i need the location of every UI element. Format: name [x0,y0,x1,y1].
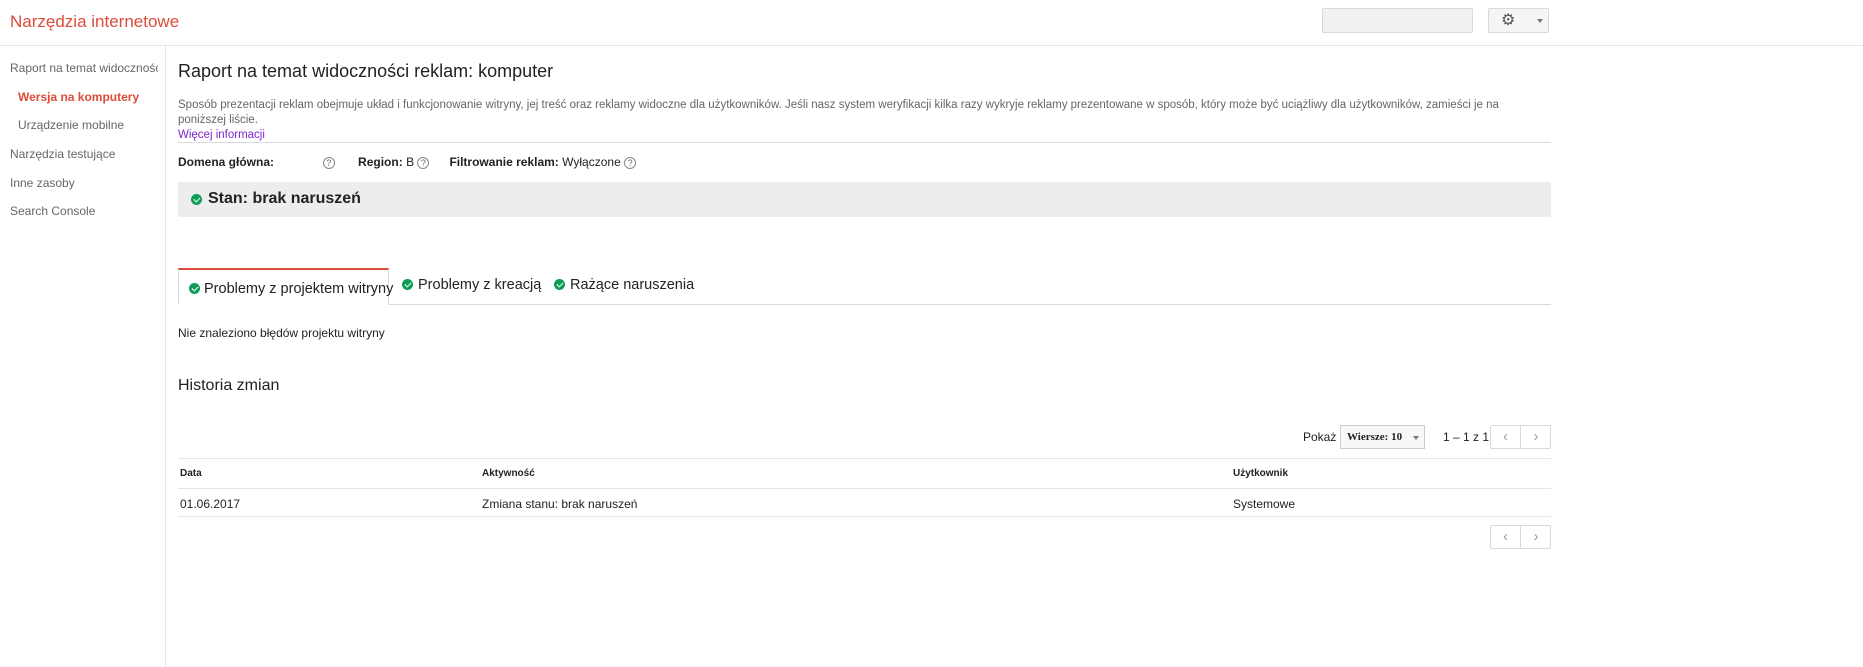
cell-date: 01.06.2017 [180,497,241,511]
region-value: B [406,155,415,169]
sidebar-item-ad-experience-report[interactable]: Raport na temat widoczności r [10,61,158,75]
prev-page-button[interactable]: ‹ [1491,426,1521,448]
history-title: Historia zmian [178,377,280,394]
domain-label: Domena główna: [178,155,275,169]
more-info-link[interactable]: Więcej informacji [178,129,265,141]
sidebar-item-desktop[interactable]: Wersja na komputery [18,90,139,104]
help-icon[interactable]: ? [417,156,430,169]
tab-message: Nie znaleziono błędów projektu witryny [178,326,385,340]
tab-egregious-violations[interactable]: Rażące naruszenia [554,268,704,305]
check-icon [189,283,200,294]
table-top-border [178,458,1551,459]
next-page-button[interactable]: › [1521,426,1551,448]
help-icon[interactable]: ? [322,156,335,169]
divider [178,142,1551,143]
table-row-border [178,516,1551,517]
chevron-right-icon: › [1533,528,1539,545]
region-label: Region: [358,155,403,169]
pager-top: ‹ › [1490,425,1551,449]
column-header-date[interactable]: Data [180,468,202,479]
sidebar-item-mobile[interactable]: Urządzenie mobilne [18,118,124,132]
tab-creative-issues[interactable]: Problemy z kreacją [402,268,552,305]
check-icon [191,194,202,205]
sidebar-item-search-console[interactable]: Search Console [10,204,95,218]
sidebar [0,46,166,667]
chevron-down-icon [1413,436,1419,440]
chevron-right-icon: › [1533,428,1539,445]
app-title[interactable]: Narzędzia internetowe [10,12,179,32]
tab-label: Problemy z kreacją [418,277,542,293]
cell-activity: Zmiana stanu: brak naruszeń [482,497,638,511]
chevron-left-icon: ‹ [1503,528,1508,545]
help-icon[interactable]: ? [624,156,637,169]
show-label: Pokaż [1303,430,1337,444]
table-row-border [178,488,1551,489]
page-description: Sposób prezentacji reklam obejmuje układ… [178,98,1548,143]
tab-label: Problemy z projektem witryny [204,281,394,297]
status-banner [178,182,1551,217]
search-input[interactable] [1322,8,1473,33]
ad-filtering-value: Wyłączone [562,155,621,169]
chevron-left-icon: ‹ [1503,428,1508,445]
column-header-user[interactable]: Użytkownik [1233,468,1288,479]
pager-bottom: ‹ › [1490,525,1551,549]
rows-per-page-select[interactable]: Wiersze: 10 [1340,425,1425,449]
site-info-row: Domena główna: ? Region: B ? Filtrowanie… [178,155,637,169]
cell-user: Systemowe [1233,497,1296,511]
settings-button[interactable]: ⚙ [1488,8,1549,33]
check-icon [402,279,413,290]
page-range: 1 – 1 z 1 [1443,430,1490,444]
page-title: Raport na temat widoczności reklam: komp… [178,61,554,81]
sidebar-item-other-resources[interactable]: Inne zasoby [10,176,75,190]
gear-icon: ⚙ [1501,12,1516,29]
ad-filtering-label: Filtrowanie reklam: [449,155,559,169]
column-header-activity[interactable]: Aktywność [482,468,535,479]
description-text: Sposób prezentacji reklam obejmuje układ… [178,99,1499,126]
status-text: Stan: brak naruszeń [208,190,361,207]
check-icon [554,279,565,290]
next-page-button[interactable]: › [1521,526,1551,548]
prev-page-button[interactable]: ‹ [1491,526,1521,548]
top-bar: Narzędzia internetowe ⚙ [0,0,1863,46]
rows-per-page-value: Wiersze: 10 [1347,431,1403,443]
tab-site-design-issues[interactable]: Problemy z projektem witryny [178,268,393,305]
sidebar-item-testing-tools[interactable]: Narzędzia testujące [10,147,115,161]
chevron-down-icon [1537,19,1543,23]
tab-label: Rażące naruszenia [570,277,695,293]
